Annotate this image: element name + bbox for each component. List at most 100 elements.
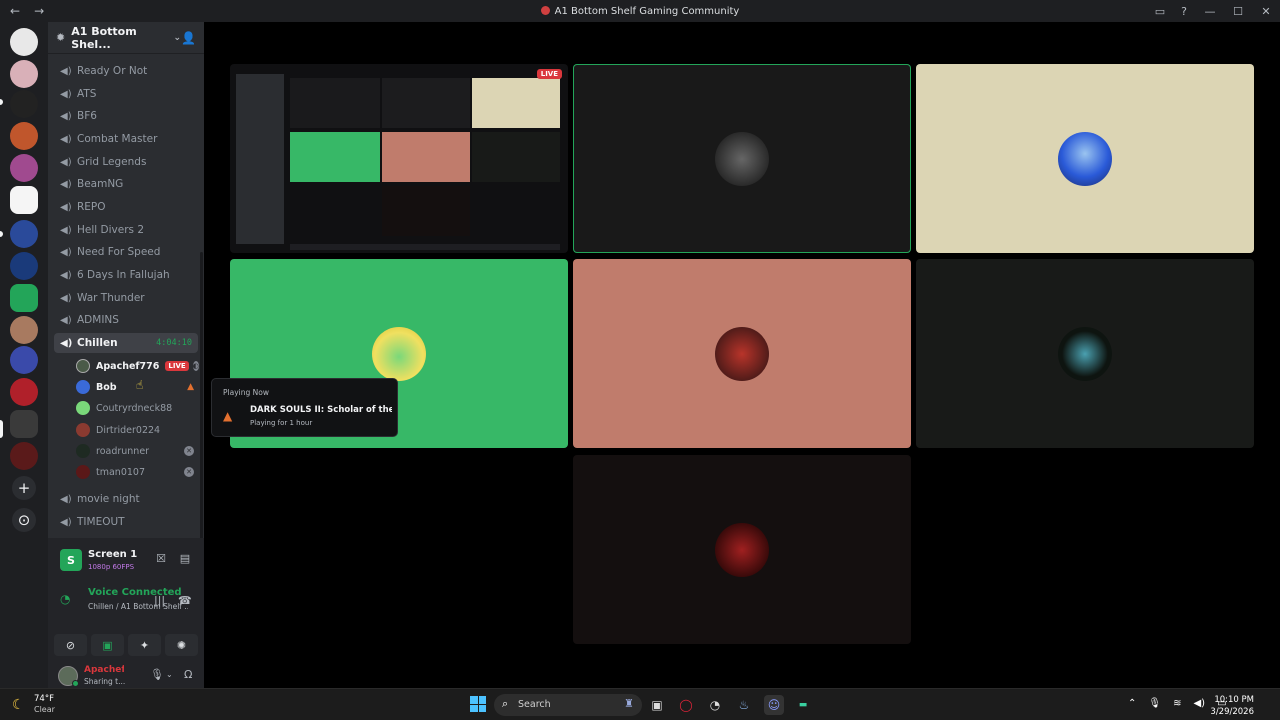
server-icon-purple[interactable] (10, 154, 38, 182)
participant-tile[interactable] (573, 455, 911, 644)
chevron-down-icon[interactable]: ⌄ (166, 670, 173, 679)
screen-share-card[interactable]: S Screen 1 1080p 60FPS ☒ ▤ (54, 544, 198, 578)
discover-icon[interactable]: ⊙ (12, 508, 36, 532)
voice-member[interactable]: Bob ▲ (76, 377, 194, 397)
voice-channel[interactable]: ◀) 6 Days In Fallujah (54, 265, 198, 285)
close-button[interactable]: ✕ (1252, 0, 1280, 22)
voice-member[interactable]: Coutryrdneck88 (76, 398, 194, 418)
voice-channel[interactable]: ◀) ATS (54, 84, 198, 104)
voice-channel[interactable]: ◀) Need For Speed (54, 242, 198, 262)
server-icon-captain[interactable] (10, 220, 38, 248)
activity-popover[interactable]: Playing Now ▲ DARK SOULS II: Scholar of … (211, 378, 398, 437)
opera-icon[interactable]: ◯ (676, 695, 696, 715)
server-icon-face[interactable] (10, 316, 38, 344)
server-icon-tlc[interactable] (10, 186, 38, 214)
stream-quality[interactable]: 1080p 60FPS (88, 563, 134, 571)
voice-channel[interactable]: ◀) movie night (54, 489, 198, 509)
chevron-up-icon[interactable]: ⌃ (1128, 698, 1136, 709)
server-icon-orange[interactable] (10, 122, 38, 150)
member-name: Apachef776 (96, 360, 160, 372)
activities-icon[interactable]: ✦ (128, 634, 161, 656)
unread-pill (0, 231, 3, 237)
windows-start-icon[interactable] (470, 696, 486, 712)
voice-channel[interactable]: ◀) REPO (54, 197, 198, 217)
username[interactable]: Apachef... (84, 665, 124, 675)
server-icon-blue[interactable] (10, 252, 38, 280)
voice-member[interactable]: Dirtrider0224 (76, 420, 194, 440)
speaker-icon: ◀) (60, 269, 72, 281)
live-badge: LIVE (165, 361, 189, 371)
camera-off-icon[interactable]: ⊘ (54, 634, 87, 656)
soundboard-icon[interactable]: ✺ (165, 634, 198, 656)
voice-channel[interactable]: ◀) Grid Legends (54, 152, 198, 172)
speaker-icon: ◀) (60, 110, 72, 122)
stream-preview-tile (382, 132, 470, 182)
add-server-icon[interactable]: + (12, 476, 36, 500)
voice-channel[interactable]: ◀) TIMEOUT (54, 512, 198, 532)
speaker-icon: ◀) (60, 337, 73, 349)
minimize-button[interactable]: — (1196, 0, 1224, 22)
signal-icon[interactable]: ◔ (60, 592, 70, 606)
server-icon-green[interactable] (10, 284, 38, 312)
voice-channel[interactable]: ◀) ADMINS (54, 310, 198, 330)
disconnect-icon[interactable]: ☎ (178, 594, 192, 607)
stream-tile[interactable]: LIVE (230, 64, 568, 253)
participant-tile[interactable] (573, 259, 911, 448)
inbox-icon[interactable]: ▭ (1148, 0, 1172, 22)
volume-icon[interactable]: ◀) (1193, 698, 1205, 709)
voice-member[interactable]: roadrunner ✕ (76, 441, 194, 461)
voice-channel[interactable]: ◀) War Thunder (54, 288, 198, 308)
microphone-icon[interactable]: 🎙 (150, 668, 164, 681)
headphones-icon[interactable]: Ω (184, 668, 192, 681)
server-icon-avatar[interactable] (10, 60, 38, 88)
voice-location[interactable]: Chillen / A1 Bottom Shelf ... (88, 602, 188, 611)
server-header[interactable]: ✹ A1 Bottom Shel... ⌄ 👤 (48, 22, 204, 54)
microphone-icon[interactable]: 🎙 (1148, 698, 1161, 709)
discord-icon[interactable]: ☺ (764, 695, 784, 715)
voice-status-label[interactable]: Voice Connected (88, 587, 182, 598)
stream-settings-icon[interactable]: ▤ (178, 552, 192, 566)
server-icon-yellow[interactable] (10, 346, 38, 374)
server-icon-dark[interactable] (10, 90, 38, 118)
server-icon-basic[interactable] (10, 28, 38, 56)
steam-icon[interactable]: ♨ (734, 695, 754, 715)
task-view-icon[interactable]: ▣ (647, 695, 667, 715)
status-icon: ◐ (192, 361, 199, 371)
participant-tile[interactable] (916, 259, 1254, 448)
stream-preview-tile (472, 132, 560, 182)
participant-tile[interactable] (573, 64, 911, 253)
voice-channel[interactable]: ◀) BF6 (54, 106, 198, 126)
xbox-icon: ✕ (184, 446, 194, 456)
game-activity-icon[interactable]: ▲ (187, 382, 194, 392)
forward-arrow-icon[interactable]: → (34, 4, 44, 18)
channel-scrollbar[interactable] (200, 252, 203, 542)
search-box[interactable]: ⌕ Search ♜ (494, 694, 642, 716)
maximize-button[interactable]: ☐ (1224, 0, 1252, 22)
screen-share-toggle-icon[interactable]: ▣ (91, 634, 124, 656)
terminal-icon[interactable]: ▬ (793, 695, 813, 715)
app-icon[interactable]: ◔ (705, 695, 725, 715)
server-icon-a1[interactable] (10, 410, 38, 438)
speaker-icon: ◀) (60, 224, 72, 236)
voice-member[interactable]: Apachef776 LIVE ◐ (76, 356, 199, 376)
voice-member[interactable]: tman0107 ✕ (76, 462, 194, 482)
voice-channel-active[interactable]: ◀) Chillen 4:04:10 (54, 333, 198, 353)
invite-icon[interactable]: 👤 (181, 31, 196, 45)
voice-channel[interactable]: ◀) Hell Divers 2 (54, 220, 198, 240)
channel-label: Chillen (77, 337, 118, 349)
moon-icon: ☾ (12, 697, 25, 713)
wifi-icon[interactable]: ≋ (1173, 698, 1181, 709)
stream-preview-taskbar (290, 244, 560, 250)
participant-tile[interactable] (916, 64, 1254, 253)
clock[interactable]: 10:10 PM 3/29/2026 (1210, 694, 1254, 718)
server-icon-villain[interactable] (10, 442, 38, 470)
noise-suppression-icon[interactable]: ||| (154, 594, 165, 607)
voice-channel[interactable]: ◀) Combat Master (54, 129, 198, 149)
stop-stream-icon[interactable]: ☒ (154, 552, 168, 566)
server-icon-red[interactable] (10, 378, 38, 406)
avatar (76, 401, 90, 415)
voice-channel[interactable]: ◀) Ready Or Not (54, 61, 198, 81)
help-icon[interactable]: ? (1172, 0, 1196, 22)
back-arrow-icon[interactable]: ← (10, 4, 20, 18)
voice-channel[interactable]: ◀) BeamNG (54, 174, 198, 194)
